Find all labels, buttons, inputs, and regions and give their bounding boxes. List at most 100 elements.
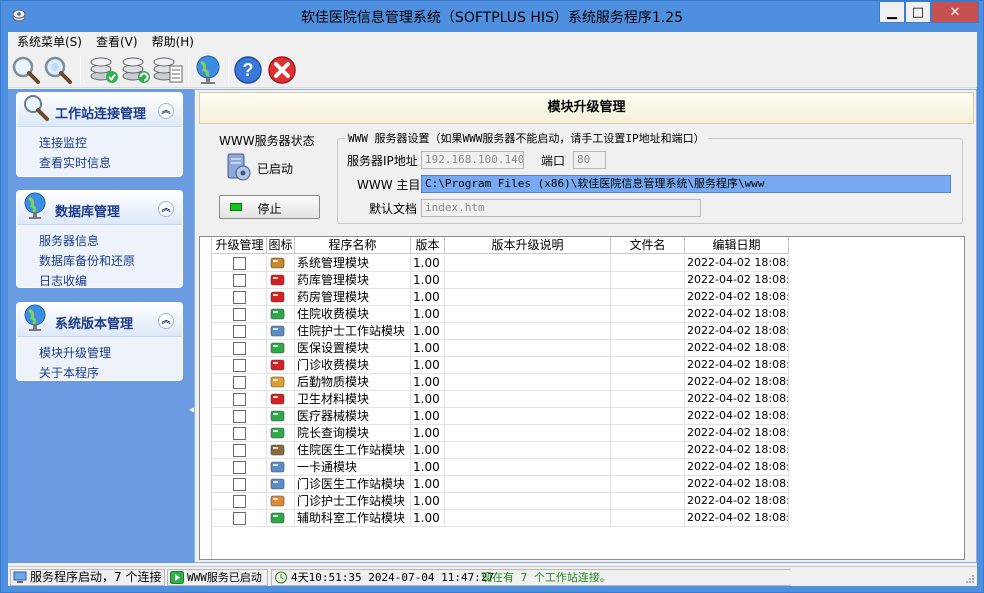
upgrade-checkbox-cell [213,340,267,357]
upgrade-checkbox[interactable] [233,308,246,321]
upgrade-checkbox[interactable] [233,274,246,287]
toolbar-separator [188,56,189,84]
cross-icon [270,342,285,354]
app-window: 软佳医院信息管理系统（SOFTPLUS HIS）系统服务程序1.25 ▁ □ ✕… [0,0,984,593]
database-list-icon[interactable] [152,54,184,86]
resize-grip-icon[interactable] [965,574,975,584]
maximize-button[interactable]: □ [905,1,931,23]
database-ok-icon[interactable] [88,54,120,86]
table-row[interactable]: 药库管理模块1.00 2022-04-02 18:08:28 [213,272,789,289]
upgrade-checkbox[interactable] [233,427,246,440]
table-row[interactable]: 门诊医生工作站模块1.00 2022-04-02 18:08:28 [213,476,789,493]
help-icon[interactable]: ? [232,54,264,86]
upgrade-checkbox[interactable] [233,291,246,304]
module-icon-cell [267,391,295,408]
upgrade-checkbox[interactable] [233,478,246,491]
module-name: 医疗器械模块 [295,408,411,425]
upgrade-checkbox[interactable] [233,512,246,525]
link-about[interactable]: 关于本程序 [39,363,182,383]
upgrade-checkbox[interactable] [233,257,246,270]
table-row[interactable]: 药房管理模块1.00 2022-04-02 18:08:28 [213,289,789,306]
port-field[interactable]: 80 [573,151,606,169]
table-row[interactable]: 院长查询模块1.00 2022-04-02 18:08:28 [213,425,789,442]
ip-field[interactable]: 192.168.100.140 [421,151,524,169]
table-row[interactable]: 后勤物质模块1.00 2022-04-02 18:08:28 [213,374,789,391]
table-row[interactable]: 医疗器械模块1.00 2022-04-02 18:08:28 [213,408,789,425]
module-file-name [611,255,685,272]
group-version: 系统版本管理 ︽ 模块升级管理 关于本程序 [16,302,183,381]
module-icon-cell [267,289,295,306]
module-icon-cell [267,425,295,442]
column-header[interactable]: 版本 [411,237,445,254]
stop-button[interactable]: 停止 [219,195,320,219]
collapse-toggle[interactable]: ︽ [158,201,174,217]
table-row[interactable]: 医保设置模块1.00 2022-04-02 18:08:28 [213,340,789,357]
table-row[interactable]: 住院护士工作站模块1.00 2022-04-02 18:08:28 [213,323,789,340]
upgrade-checkbox[interactable] [233,461,246,474]
group-title: 工作站连接管理 [55,107,147,122]
menu-system[interactable]: 系统菜单(S) [10,32,89,52]
collapse-toggle[interactable]: ︽ [158,103,174,119]
group-header-workstation[interactable]: 工作站连接管理 ︽ [17,93,182,127]
column-header[interactable]: 版本升级说明 [445,237,611,254]
close-icon[interactable] [266,54,298,86]
close-window-button[interactable]: ✕ [931,1,979,23]
upgrade-checkbox[interactable] [233,495,246,508]
table-row[interactable]: 门诊护士工作站模块1.00 2022-04-02 18:08:28 [213,493,789,510]
upgrade-checkbox[interactable] [233,342,246,355]
upgrade-checkbox[interactable] [233,359,246,372]
search-icon[interactable] [10,54,42,86]
upgrade-checkbox[interactable] [233,393,246,406]
home-dir-field[interactable]: C:\Program Files (x86)\软佳医院信息管理系统\服务程序\w… [421,175,951,193]
title-bar[interactable]: 软佳医院信息管理系统（SOFTPLUS HIS）系统服务程序1.25 ▁ □ ✕ [1,1,983,32]
zoom-icon[interactable] [42,54,74,86]
column-header[interactable]: 编辑日期 [685,237,789,254]
column-header[interactable]: 图标 [267,237,295,254]
upgrade-checkbox-cell [213,493,267,510]
table-row[interactable]: 系统管理模块1.00 2022-04-02 18:08:28 [213,255,789,272]
link-server-info[interactable]: 服务器信息 [39,231,182,251]
table-row[interactable]: 住院收费模块1.00 2022-04-02 18:08:28 [213,306,789,323]
upgrade-checkbox[interactable] [233,376,246,389]
monitor-icon [270,325,285,337]
group-header-version[interactable]: 系统版本管理 ︽ [17,303,182,337]
module-upgrade-notes [445,476,611,493]
menu-help[interactable]: 帮助(H) [145,32,201,52]
module-edit-date: 2022-04-02 18:08:28 [685,323,789,340]
link-connection-monitor[interactable]: 连接监控 [39,133,182,153]
link-realtime-info[interactable]: 查看实时信息 [39,153,182,173]
menu-view[interactable]: 查看(V) [89,32,145,52]
upgrade-checkbox[interactable] [233,410,246,423]
module-name: 医保设置模块 [295,340,411,357]
table-row[interactable]: 一卡通模块1.00 2022-04-02 18:08:28 [213,459,789,476]
module-version: 1.00 [411,459,445,476]
link-backup-restore[interactable]: 数据库备份和还原 [39,251,182,271]
table-row[interactable]: 门诊收费模块1.00 2022-04-02 18:08:28 [213,357,789,374]
database-refresh-icon[interactable] [120,54,152,86]
module-upgrade-notes [445,357,611,374]
collapse-toggle[interactable]: ︽ [158,313,174,329]
column-header[interactable]: 程序名称 [295,237,411,254]
module-version: 1.00 [411,357,445,374]
default-doc-field[interactable]: index.htm [421,199,701,217]
upgrade-checkbox[interactable] [233,444,246,457]
module-upgrade-notes [445,255,611,272]
table-row[interactable]: 住院医生工作站模块1.00 2022-04-02 18:08:28 [213,442,789,459]
link-module-upgrade[interactable]: 模块升级管理 [39,343,182,363]
column-header[interactable]: 文件名 [611,237,685,254]
minimize-button[interactable]: ▁ [879,1,905,23]
module-edit-date: 2022-04-02 18:08:28 [685,493,789,510]
module-name: 后勤物质模块 [295,374,411,391]
module-upgrade-notes [445,272,611,289]
group-header-database[interactable]: 数据库管理 ︽ [17,191,182,225]
link-log[interactable]: 日志收编 [39,271,182,291]
upgrade-checkbox[interactable] [233,325,246,338]
table-row[interactable]: 辅助科室工作站模块1.00 2022-04-02 18:08:28 [213,510,789,527]
column-header[interactable]: 升级管理 [213,237,267,254]
card-icon [270,359,285,371]
upgrade-checkbox-cell [213,323,267,340]
globe-icon[interactable] [192,54,224,86]
module-edit-date: 2022-04-02 18:08:28 [685,289,789,306]
module-file-name [611,493,685,510]
table-row[interactable]: 卫生材料模块1.00 2022-04-02 18:08:28 [213,391,789,408]
